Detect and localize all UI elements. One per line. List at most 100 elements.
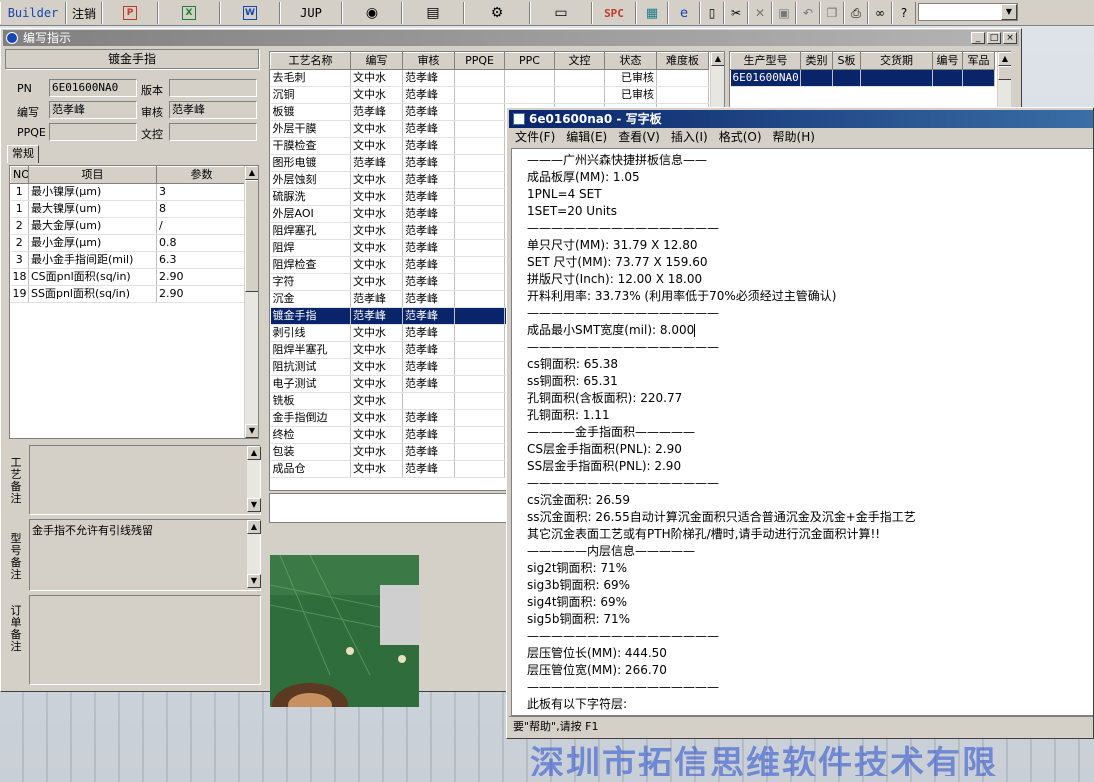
process-cell[interactable]: 阻焊塞孔 bbox=[270, 222, 351, 240]
process-cell[interactable] bbox=[454, 358, 505, 376]
process-col-header[interactable]: 审核 bbox=[402, 52, 455, 70]
process-cell[interactable]: 文中水 bbox=[350, 239, 403, 257]
wenkong-field[interactable] bbox=[169, 123, 257, 141]
param-value[interactable]: 3 bbox=[156, 183, 247, 201]
ppqe-field[interactable] bbox=[49, 123, 137, 141]
powerpoint-button[interactable]: P bbox=[102, 2, 158, 24]
param-row[interactable]: 1 最小镍厚(μm) 3 bbox=[10, 183, 247, 201]
model-cell[interactable] bbox=[832, 69, 861, 87]
model-cell[interactable] bbox=[860, 69, 933, 87]
process-cell[interactable]: 范孝峰 bbox=[402, 273, 455, 291]
process-row[interactable]: 沉铜 文中水 范孝峰 已审核 bbox=[270, 86, 709, 104]
process-cell[interactable]: 范孝峰 bbox=[350, 154, 403, 172]
version-field[interactable] bbox=[169, 79, 257, 97]
process-cell[interactable]: 文中水 bbox=[350, 69, 403, 87]
process-cell[interactable]: 文中水 bbox=[350, 188, 403, 206]
wordpad-titlebar[interactable]: 6e01600na0 - 写字板 bbox=[509, 110, 1093, 128]
param-value[interactable]: 2.90 bbox=[156, 268, 247, 286]
process-cell[interactable]: 范孝峰 bbox=[402, 341, 455, 359]
process-cell[interactable] bbox=[402, 392, 455, 410]
param-row[interactable]: 2 最小金厚(μm) 0.8 bbox=[10, 234, 247, 252]
process-cell[interactable] bbox=[454, 273, 505, 291]
process-cell[interactable]: 文中水 bbox=[350, 137, 403, 155]
process-cell[interactable]: 外层蚀刻 bbox=[270, 171, 351, 189]
process-cell[interactable]: 范孝峰 bbox=[402, 239, 455, 257]
process-cell[interactable] bbox=[454, 86, 505, 104]
process-cell[interactable] bbox=[454, 307, 505, 325]
writer-field[interactable]: 范孝峰 bbox=[49, 101, 137, 119]
process-cell[interactable]: 阻焊半塞孔 bbox=[270, 341, 351, 359]
process-cell[interactable]: 文中水 bbox=[350, 375, 403, 393]
param-no[interactable]: 1 bbox=[10, 183, 29, 201]
process-cell[interactable]: 外层干膜 bbox=[270, 120, 351, 138]
process-cell[interactable]: 文中水 bbox=[350, 256, 403, 274]
order-remark-memo[interactable] bbox=[29, 595, 261, 685]
process-remark-memo[interactable]: ▲ ▼ bbox=[29, 445, 261, 515]
process-cell[interactable]: 范孝峰 bbox=[402, 69, 455, 87]
param-item[interactable]: 最大镍厚(um) bbox=[28, 200, 157, 218]
process-cell[interactable] bbox=[504, 69, 555, 87]
undo-button[interactable]: ↶ bbox=[796, 2, 820, 24]
process-cell[interactable]: 外层AOI bbox=[270, 205, 351, 223]
process-cell[interactable]: 干膜检查 bbox=[270, 137, 351, 155]
chevron-down-icon[interactable]: ▼ bbox=[1001, 4, 1017, 20]
process-cell[interactable]: 阻焊 bbox=[270, 239, 351, 257]
model-col-header[interactable]: 类别 bbox=[800, 52, 833, 70]
process-cell[interactable]: 硫脲洗 bbox=[270, 188, 351, 206]
process-cell[interactable]: 图形电镀 bbox=[270, 154, 351, 172]
param-row[interactable]: 2 最大金厚(um) / bbox=[10, 217, 247, 235]
minimize-button[interactable]: _ bbox=[971, 32, 985, 44]
process-cell[interactable] bbox=[454, 120, 505, 138]
param-item[interactable]: 最小金厚(μm) bbox=[28, 234, 157, 252]
wordpad-document[interactable]: ———广州兴森快捷拼板信息—— 成品板厚(MM): 1.05 1PNL=4 SET 1… bbox=[511, 148, 1093, 716]
process-cell[interactable]: 范孝峰 bbox=[402, 137, 455, 155]
process-cell[interactable]: 范孝峰 bbox=[350, 307, 403, 325]
process-cell[interactable]: 文中水 bbox=[350, 358, 403, 376]
process-cell[interactable]: 板镀 bbox=[270, 103, 351, 121]
process-cell[interactable]: 范孝峰 bbox=[402, 256, 455, 274]
process-note-field[interactable] bbox=[269, 493, 509, 523]
process-cell[interactable]: 电子测试 bbox=[270, 375, 351, 393]
process-cell[interactable]: 范孝峰 bbox=[402, 103, 455, 121]
process-cell[interactable] bbox=[454, 460, 505, 478]
model-col-header[interactable]: 编号 bbox=[932, 52, 963, 70]
process-cell[interactable]: 镀金手指 bbox=[270, 307, 351, 325]
process-cell[interactable] bbox=[454, 392, 505, 410]
process-cell[interactable] bbox=[454, 426, 505, 444]
process-col-header[interactable]: 工艺名称 bbox=[270, 52, 351, 70]
model-col-header[interactable]: 生产型号 bbox=[730, 52, 801, 70]
process-cell[interactable]: 范孝峰 bbox=[402, 409, 455, 427]
process-cell[interactable]: 范孝峰 bbox=[350, 103, 403, 121]
model-remark-memo[interactable]: 金手指不允许有引线残留 ▲ ▼ bbox=[29, 519, 261, 591]
scroll-down-icon[interactable]: ▼ bbox=[245, 424, 258, 438]
network-button[interactable]: ⚙ bbox=[464, 2, 530, 24]
process-cell[interactable] bbox=[454, 171, 505, 189]
param-no[interactable]: 19 bbox=[10, 285, 29, 303]
process-cell[interactable]: 范孝峰 bbox=[402, 86, 455, 104]
computer-button[interactable]: ▭ bbox=[530, 2, 592, 24]
process-cell[interactable]: 文中水 bbox=[350, 120, 403, 138]
param-row[interactable]: 3 最小金手指间距(mil) 6.3 bbox=[10, 251, 247, 269]
menu-edit[interactable]: 编辑(E) bbox=[560, 128, 612, 146]
cut-button[interactable]: ✂ bbox=[724, 2, 748, 24]
process-cell[interactable]: 铣板 bbox=[270, 392, 351, 410]
col-header-param[interactable]: 参数 bbox=[156, 166, 247, 184]
menu-help[interactable]: 帮助(H) bbox=[767, 128, 820, 146]
view-button[interactable]: ◉ bbox=[342, 2, 402, 24]
process-cell[interactable] bbox=[454, 154, 505, 172]
process-cell[interactable] bbox=[554, 69, 605, 87]
process-cell[interactable] bbox=[454, 443, 505, 461]
process-cell[interactable] bbox=[454, 103, 505, 121]
menu-format[interactable]: 格式(O) bbox=[713, 128, 767, 146]
process-row[interactable]: 去毛刺 文中水 范孝峰 已审核 bbox=[270, 69, 709, 87]
process-cell[interactable] bbox=[454, 375, 505, 393]
process-cell[interactable]: 金手指倒边 bbox=[270, 409, 351, 427]
builder-button[interactable]: Builder bbox=[0, 2, 66, 24]
process-col-header[interactable]: 状态 bbox=[604, 52, 657, 70]
tab-general[interactable]: 常规 bbox=[7, 145, 39, 163]
param-item[interactable]: 最小镍厚(μm) bbox=[28, 183, 157, 201]
param-row[interactable]: 18 CS面pnl面积(sq/in) 2.90 bbox=[10, 268, 247, 286]
param-item[interactable]: SS面pnl面积(sq/in) bbox=[28, 285, 157, 303]
scroll-up-icon[interactable]: ▲ bbox=[245, 166, 258, 180]
process-cell[interactable]: 文中水 bbox=[350, 205, 403, 223]
